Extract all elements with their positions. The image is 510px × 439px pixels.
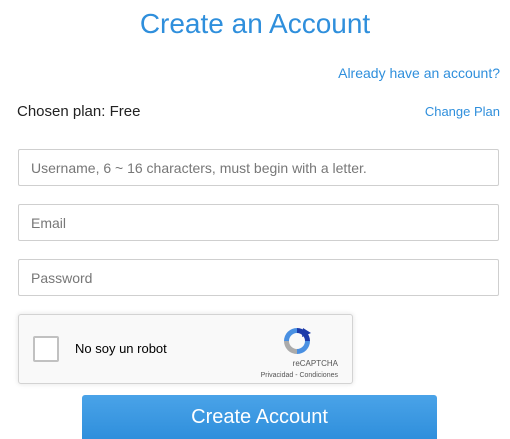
recaptcha-brand: reCAPTCHA [292,359,338,368]
plan-row: Chosen plan: Free Change Plan [17,102,500,122]
change-plan-link[interactable]: Change Plan [425,103,500,121]
login-link[interactable]: Already have an account? [338,64,500,82]
password-input[interactable] [18,259,499,296]
username-input[interactable] [18,149,499,186]
page-title: Create an Account [139,8,371,39]
captcha-label: No soy un robot [75,341,167,356]
recaptcha-widget: No soy un robot reCAPTCHA Privacidad - C… [18,314,353,384]
create-account-button[interactable]: Create Account [82,395,437,439]
captcha-checkbox[interactable] [33,336,59,362]
recaptcha-logo-icon [284,328,311,354]
signup-page: Create an Account Already have an accoun… [0,0,510,439]
email-input[interactable] [18,204,499,241]
recaptcha-terms-link[interactable]: Privacidad - Condiciones [261,371,338,380]
chosen-plan-label: Chosen plan: Free [17,103,141,120]
